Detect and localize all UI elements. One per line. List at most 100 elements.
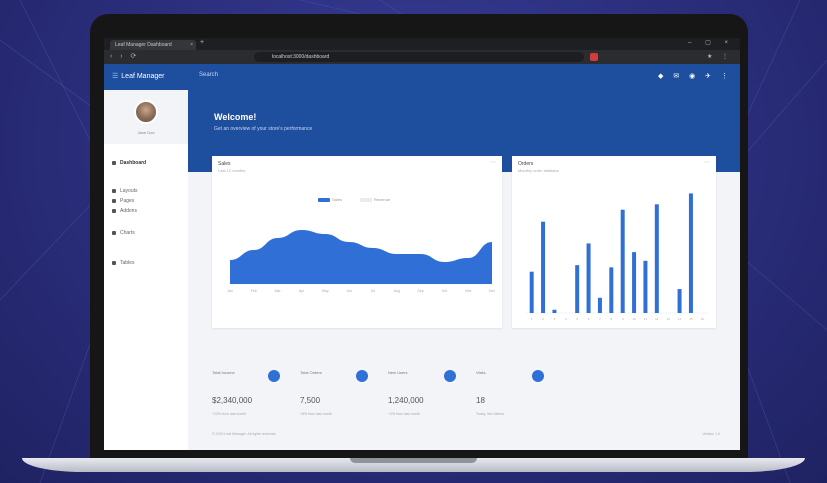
layouts-icon <box>112 188 116 193</box>
users-icon <box>444 370 456 382</box>
tables-icon <box>112 260 116 265</box>
x-tick-label: 8 <box>610 317 612 321</box>
sidebar-item-pages[interactable]: Pages <box>112 198 134 204</box>
nav-buttons[interactable]: ‹ › ⟳ <box>110 52 139 60</box>
addons-icon <box>112 208 116 213</box>
user-name: Jane Doe <box>137 130 155 135</box>
browser-tab[interactable]: Leaf Manager Dashboard × <box>110 40 196 50</box>
topnav-icons[interactable]: ◆ ✉ ◉ ✈ ⋮ <box>658 72 732 80</box>
sidebar: Jane Doe Dashboard Layouts Pages Addons … <box>104 90 188 450</box>
stat-value: 1,240,000 <box>388 396 424 405</box>
page-subtitle: Get an overview of your store's performa… <box>214 126 313 132</box>
sidebar-item-tables[interactable]: Tables <box>112 260 134 266</box>
x-tick-label: May <box>322 289 329 293</box>
x-tick-label: 10 <box>632 317 636 321</box>
x-tick-label: 13 <box>667 317 671 321</box>
tab-title: Leaf Manager Dashboard <box>115 42 172 48</box>
stat-card: Total Income $2,340,000 +12% from last m… <box>212 370 292 430</box>
brand-name: Leaf Manager <box>121 73 165 80</box>
x-tick-label: Jul <box>371 289 376 293</box>
x-tick-label: Aug <box>394 289 400 293</box>
top-navbar: ☰ Leaf Manager Search ◆ ✉ ◉ ✈ ⋮ <box>104 64 740 90</box>
sidebar-item-label: Tables <box>120 260 135 266</box>
area-chart-card: Sales Last 12 months ⋯ Sales Revenue Jan… <box>212 156 502 328</box>
sidebar-item-label: Pages <box>120 198 135 204</box>
extension-icon[interactable] <box>590 53 598 61</box>
x-tick-label: 12 <box>655 317 659 321</box>
stat-meta: +4% from last month <box>388 412 421 416</box>
bar <box>575 265 580 313</box>
stat-value: 18 <box>476 396 485 405</box>
pages-icon <box>112 198 116 203</box>
bar <box>632 252 637 313</box>
sidebar-item-layouts[interactable]: Layouts <box>112 188 138 194</box>
x-tick-label: 5 <box>576 317 578 321</box>
bar <box>609 267 614 313</box>
x-tick-label: Feb <box>251 289 257 293</box>
stat-card: Visits 18 Today, live visitors <box>476 370 556 430</box>
stat-meta: Today, live visitors <box>476 412 505 416</box>
stat-value: $2,340,000 <box>212 396 253 405</box>
bar <box>677 289 682 313</box>
dashboard-icon <box>112 160 116 165</box>
user-panel: Jane Doe <box>104 90 188 144</box>
search-input[interactable]: Search <box>199 72 218 78</box>
x-tick-label: Mar <box>275 289 282 293</box>
laptop-notch <box>350 458 477 463</box>
x-tick-label: Apr <box>299 289 305 293</box>
x-tick-label: 15 <box>689 317 693 321</box>
bar <box>688 193 693 313</box>
brand[interactable]: ☰ Leaf Manager <box>112 72 164 80</box>
stat-label: Visits <box>476 370 486 375</box>
x-tick-label: Sep <box>417 289 423 293</box>
charts-icon <box>112 230 116 235</box>
sidebar-item-charts[interactable]: Charts <box>112 230 135 236</box>
laptop-screen: Leaf Manager Dashboard × + – ▢ × ‹ › ⟳ l… <box>104 38 740 450</box>
tab-close-icon[interactable]: × <box>190 40 193 50</box>
x-tick-label: 6 <box>588 317 590 321</box>
x-tick-label: 11 <box>644 317 647 321</box>
x-tick-label: 3 <box>554 317 556 321</box>
stat-label: Total Orders <box>300 370 322 375</box>
stat-label: New Users <box>388 370 408 375</box>
footer-version: Version 1.0 <box>702 432 720 436</box>
menu-icon[interactable]: ☰ <box>112 73 118 80</box>
visits-icon <box>532 370 544 382</box>
sidebar-item-label: Addons <box>120 208 137 214</box>
url-field[interactable]: localhost:3000/dashboard <box>254 52 584 62</box>
browser-menu-icons[interactable]: ★ ⋮ <box>707 53 732 60</box>
sidebar-item-addons[interactable]: Addons <box>112 208 137 214</box>
bar-chart-card: Orders Monthly order statistics ⋯ 123456… <box>512 156 716 328</box>
stat-meta: +8% from last month <box>300 412 333 416</box>
x-tick-label: 14 <box>678 317 682 321</box>
sidebar-item-label: Dashboard <box>120 160 147 166</box>
x-tick-label: Oct <box>442 289 447 293</box>
stat-value: 7,500 <box>300 396 321 405</box>
app: ☰ Leaf Manager Search ◆ ✉ ◉ ✈ ⋮ Jane Doe … <box>104 64 740 450</box>
x-tick-label: 1 <box>531 317 533 321</box>
sidebar-item-label: Layouts <box>120 188 138 194</box>
bar <box>654 204 659 313</box>
sidebar-item-dashboard[interactable]: Dashboard <box>112 160 146 166</box>
income-icon <box>268 370 280 382</box>
bar <box>552 309 557 313</box>
area-chart: Jan Feb Mar Apr May Jun Jul Aug Sep Oct Nov Dec <box>227 230 495 293</box>
browser-tabbar: Leaf Manager Dashboard × + – ▢ × <box>104 38 740 50</box>
bar <box>643 260 648 313</box>
page-title: Welcome! <box>214 112 257 122</box>
bar-chart: 1 2 3 4 5 6 7 8 9 10 11 12 13 14 15 16 <box>526 193 708 321</box>
x-tick-label: 16 <box>701 317 705 321</box>
orders-icon <box>356 370 368 382</box>
x-tick-label: Nov <box>465 289 471 293</box>
bar <box>620 209 625 313</box>
new-tab-button[interactable]: + <box>200 39 204 46</box>
stat-card: New Users 1,240,000 +4% from last month <box>388 370 468 430</box>
bar <box>541 221 546 313</box>
window-controls[interactable]: – ▢ × <box>688 39 734 46</box>
x-tick-label: 2 <box>542 317 544 321</box>
x-tick-label: Jun <box>346 289 352 293</box>
x-tick-label: Jan <box>227 289 233 293</box>
avatar[interactable] <box>134 100 158 124</box>
x-tick-label: 4 <box>565 317 567 321</box>
stat-label: Total Income <box>212 370 235 375</box>
